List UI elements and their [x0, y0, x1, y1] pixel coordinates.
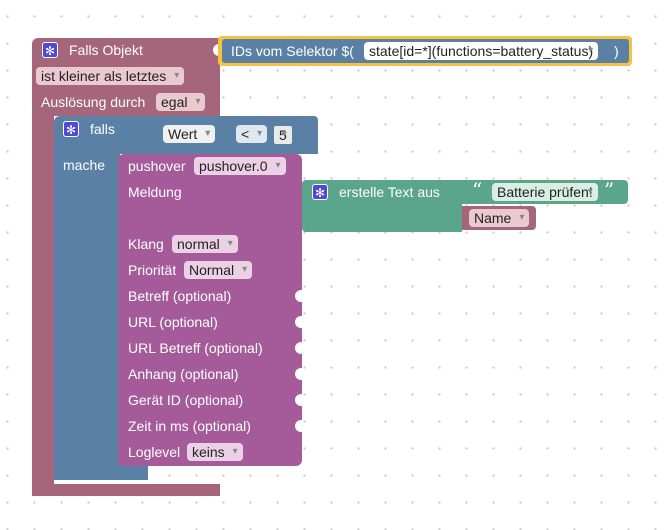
compare-dropdown[interactable]: ist kleiner als letztes: [36, 67, 185, 85]
time-ms-label: Zeit in ms (optional): [128, 418, 251, 434]
text-join-label: erstelle Text aus: [339, 184, 440, 200]
attachment-connector: [295, 368, 302, 380]
quote-close-icon: ”: [604, 178, 615, 202]
if-label: falls: [90, 121, 115, 137]
quote-open-icon: “: [472, 178, 483, 202]
subject-label: Betreff (optional): [128, 288, 232, 304]
gear-icon[interactable]: ✻: [42, 42, 58, 58]
selector-block-body: IDs vom Selektor $( state[id=*](function…: [222, 39, 629, 63]
time-ms-connector: [295, 420, 302, 432]
priority-dropdown[interactable]: Normal: [184, 261, 253, 279]
url-subject-label: URL Betreff (optional): [128, 340, 263, 356]
sound-dropdown[interactable]: normal: [172, 235, 238, 253]
text-join-block[interactable]: ✻ erstelle Text aus: [302, 180, 462, 232]
gear-icon[interactable]: ✻: [312, 184, 328, 200]
selector-label: IDs vom Selektor $(: [231, 43, 354, 59]
event-block-spine: [32, 116, 54, 496]
priority-label: Priorität: [128, 262, 177, 278]
sound-label: Klang: [128, 236, 164, 252]
if-block-bottom: [54, 464, 148, 480]
pushover-label: pushover: [128, 158, 186, 174]
gear-icon[interactable]: ✻: [63, 121, 79, 137]
compare-right-value[interactable]: 5: [272, 124, 294, 146]
event-block-bottom: [32, 484, 220, 496]
device-id-label: Gerät ID (optional): [128, 392, 244, 408]
message-label: Meldung: [128, 184, 182, 200]
url-connector: [295, 316, 302, 328]
subject-connector: [295, 290, 302, 302]
if-block-spine: [54, 154, 120, 480]
text-literal-block[interactable]: “ Batterie prüfen! ”: [462, 180, 628, 204]
loglevel-dropdown[interactable]: keins: [187, 443, 243, 461]
selector-value-field[interactable]: state[id=*](functions=battery_status): [364, 42, 599, 60]
trigger-label: Auslösung durch: [41, 94, 146, 110]
url-label: URL (optional): [128, 314, 218, 330]
event-title: Falls Objekt: [69, 42, 143, 58]
trigger-dropdown[interactable]: egal: [156, 93, 206, 111]
operator-dropdown[interactable]: <: [236, 125, 268, 143]
text-value-field[interactable]: Batterie prüfen!: [492, 183, 598, 201]
pushover-block[interactable]: pushover pushover.0 Meldung Klang normal…: [118, 154, 302, 466]
pushover-instance-dropdown[interactable]: pushover.0: [194, 157, 286, 175]
do-label: mache: [63, 157, 106, 173]
selector-close: ): [614, 43, 619, 59]
variable-block[interactable]: Name: [462, 206, 536, 230]
compare-block[interactable]: Wert < 5: [158, 122, 308, 148]
attachment-label: Anhang (optional): [128, 366, 239, 382]
variable-dropdown[interactable]: Name: [469, 209, 530, 227]
device-id-connector: [295, 394, 302, 406]
url-subject-connector: [295, 342, 302, 354]
compare-left-dropdown[interactable]: Wert: [163, 125, 216, 143]
loglevel-label: Loglevel: [128, 444, 181, 460]
